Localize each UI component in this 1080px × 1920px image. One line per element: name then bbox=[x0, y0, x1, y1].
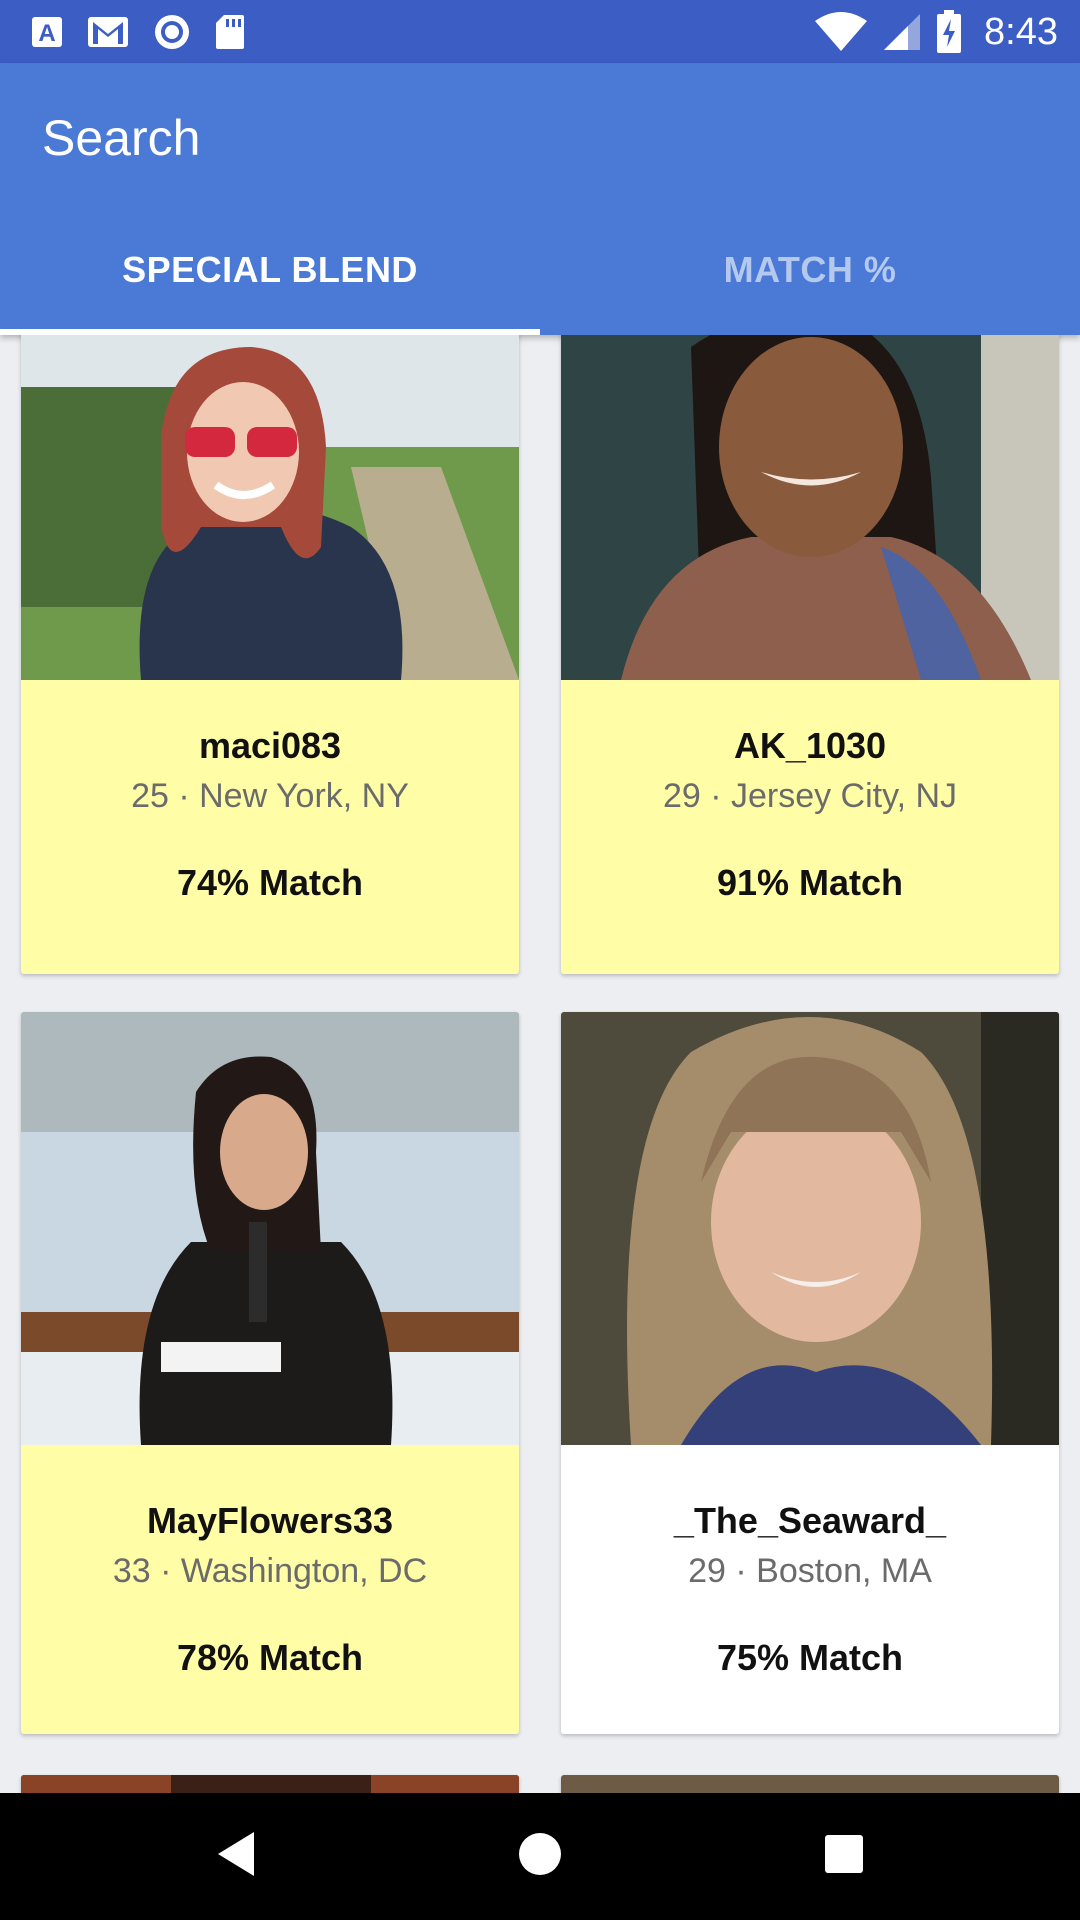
tab-special-blend[interactable]: SPECIAL BLEND bbox=[0, 205, 540, 335]
profile-name: AK_1030 bbox=[733, 725, 887, 766]
gmail-icon bbox=[86, 14, 130, 50]
profile-card[interactable]: maci083 25 · New York, NY 74% Match bbox=[21, 335, 519, 974]
profile-card[interactable]: MayFlowers33 33 · Washington, DC 78% Mat… bbox=[21, 1012, 519, 1734]
wifi-icon bbox=[814, 11, 868, 53]
profile-info: _The_Seaward_ 29 · Boston, MA 75% Match bbox=[561, 1500, 1059, 1679]
profile-info: maci083 25 · New York, NY 74% Match bbox=[21, 725, 519, 904]
home-button[interactable] bbox=[480, 1793, 600, 1920]
profile-photo bbox=[561, 1012, 1059, 1445]
profile-match: 78% Match bbox=[176, 1637, 364, 1678]
profile-meta: 29 · Boston, MA bbox=[688, 1552, 932, 1590]
font-a-icon: A bbox=[30, 15, 64, 49]
profile-card[interactable]: _The_Seaward_ 29 · Boston, MA 75% Match bbox=[561, 1012, 1059, 1734]
status-bar-notifications: A bbox=[30, 10, 246, 54]
profile-match: 75% Match bbox=[716, 1637, 904, 1678]
profile-match: 91% Match bbox=[716, 862, 904, 903]
profile-photo bbox=[561, 1775, 1059, 1793]
profile-name: MayFlowers33 bbox=[146, 1500, 394, 1541]
recents-button[interactable] bbox=[784, 1793, 904, 1920]
status-bar: A 8:43 bbox=[0, 0, 1080, 63]
cell-signal-icon bbox=[882, 12, 922, 52]
navigation-bar bbox=[0, 1793, 1080, 1920]
clock: 8:43 bbox=[984, 10, 1058, 53]
profile-meta: 25 · New York, NY bbox=[131, 777, 409, 815]
page-title: Search bbox=[42, 110, 201, 166]
profile-photo bbox=[21, 1775, 519, 1793]
profile-meta: 33 · Washington, DC bbox=[112, 1552, 428, 1590]
profile-photo bbox=[561, 335, 1059, 680]
tab-bar: SPECIAL BLEND MATCH % bbox=[0, 205, 1080, 335]
profile-info: MayFlowers33 33 · Washington, DC 78% Mat… bbox=[21, 1500, 519, 1679]
profile-name: maci083 bbox=[198, 725, 342, 766]
recents-icon bbox=[823, 1833, 865, 1880]
tab-match-percent[interactable]: MATCH % bbox=[540, 205, 1080, 335]
battery-charging-icon bbox=[936, 10, 962, 54]
profile-card[interactable]: AK_1030 29 · Jersey City, NJ 91% Match bbox=[561, 335, 1059, 974]
app-bar: Search SPECIAL BLEND MATCH % bbox=[0, 63, 1080, 335]
profile-grid[interactable]: maci083 25 · New York, NY 74% Match AK_1… bbox=[0, 335, 1080, 1793]
profile-meta: 29 · Jersey City, NJ bbox=[662, 777, 958, 815]
profile-photo bbox=[21, 1012, 519, 1445]
sd-card-icon bbox=[214, 13, 246, 51]
profile-photo bbox=[21, 335, 519, 680]
profile-card[interactable] bbox=[21, 1775, 519, 1793]
profile-name: _The_Seaward_ bbox=[673, 1500, 947, 1541]
profile-card[interactable] bbox=[561, 1775, 1059, 1793]
back-button[interactable] bbox=[176, 1793, 296, 1920]
profile-info: AK_1030 29 · Jersey City, NJ 91% Match bbox=[561, 725, 1059, 904]
home-icon bbox=[517, 1831, 563, 1882]
record-icon bbox=[152, 12, 192, 52]
profile-match: 74% Match bbox=[176, 862, 364, 903]
back-icon bbox=[214, 1830, 258, 1883]
status-bar-system: 8:43 bbox=[814, 6, 1058, 58]
svg-text:A: A bbox=[38, 20, 55, 47]
